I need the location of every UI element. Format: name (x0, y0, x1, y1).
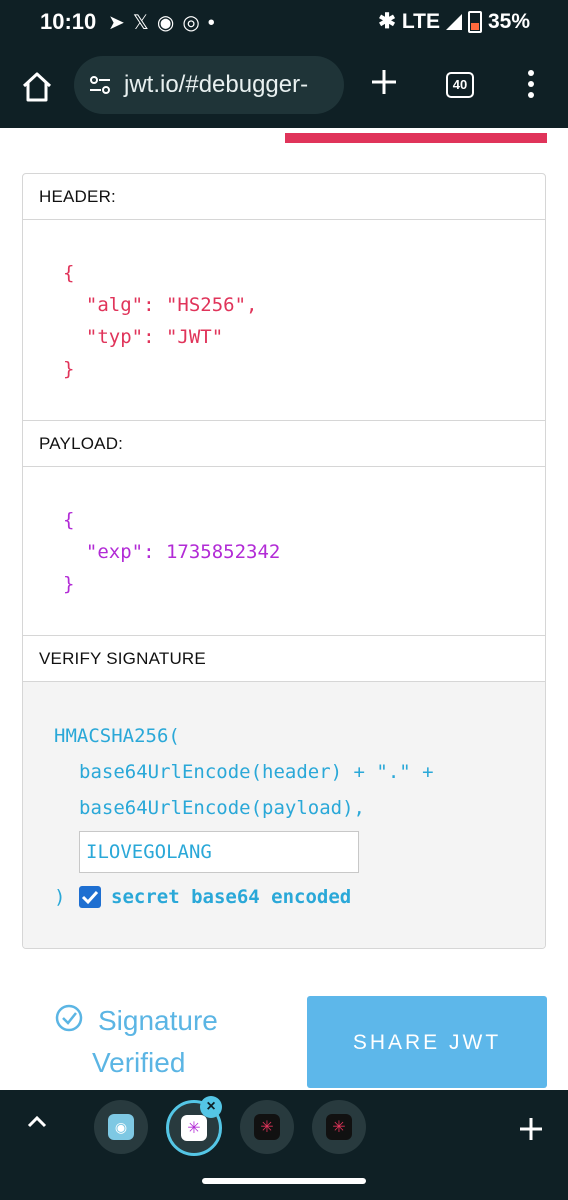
gopher-favicon: ◉ (108, 1114, 134, 1140)
battery-percent: 35% (487, 9, 530, 33)
base64-checkbox[interactable] (79, 886, 101, 908)
payload-json-editor[interactable]: { "exp": 1735852342 } (23, 467, 545, 636)
jwt-favicon: ✳ (254, 1114, 280, 1140)
add-tab-icon[interactable] (518, 1116, 544, 1142)
tab-switcher-button[interactable]: 40 (446, 72, 474, 98)
jwt-favicon: ✳ (181, 1115, 207, 1141)
network-label: LTE (401, 9, 440, 33)
verified-text-line2: Verified (92, 1047, 186, 1078)
header-json-editor[interactable]: { "alg": "HS256", "typ": "JWT" } (23, 220, 545, 421)
share-jwt-button[interactable]: SHARE JWT (307, 996, 547, 1088)
json-line: "typ": "JWT" (63, 326, 224, 348)
site-settings-icon[interactable] (88, 73, 112, 97)
more-menu-icon[interactable] (522, 68, 540, 100)
home-icon[interactable] (20, 70, 54, 104)
accent-bar (285, 133, 547, 143)
tab-thumbnail[interactable]: ◉ (94, 1100, 148, 1154)
verified-text-line1: Signature (98, 1005, 218, 1036)
json-line: { (63, 262, 75, 284)
battery-icon (467, 10, 482, 33)
status-time: 10:10 (40, 9, 97, 34)
header-encode-line: base64UrlEncode(header) + "." + (79, 761, 434, 783)
status-bar: 10:10 ➤𝕏◉◎• ✱ LTE 35% (0, 0, 568, 44)
base64-checkbox-label[interactable]: secret base64 encoded (111, 881, 351, 913)
json-line: "alg": "HS256", (63, 294, 258, 316)
json-line: "exp": 1735852342 (63, 541, 281, 563)
new-tab-icon[interactable] (368, 66, 400, 98)
payload-encode-line: base64UrlEncode(payload), (79, 797, 365, 819)
check-circle-icon (55, 1004, 83, 1032)
decoded-panel: HEADER: { "alg": "HS256", "typ": "JWT" }… (22, 173, 546, 949)
bluetooth-icon: ✱ (378, 10, 396, 33)
tab-strip: ◉ ✳ × ✳ ✳ (0, 1090, 568, 1200)
browser-chrome: 10:10 ➤𝕏◉◎• ✱ LTE 35% jwt.io/#debugger- … (0, 0, 568, 128)
notification-icons: ➤𝕏◉◎• (108, 12, 223, 34)
payload-section-title: PAYLOAD: (23, 421, 545, 467)
close-tab-icon[interactable]: × (200, 1096, 222, 1118)
signal-icon (445, 13, 462, 30)
address-bar[interactable]: jwt.io/#debugger- (74, 56, 344, 114)
status-right: ✱ LTE 35% (378, 9, 530, 34)
close-paren: ) (54, 886, 66, 908)
checkmark-icon (81, 890, 99, 905)
header-section-title: HEADER: (23, 174, 545, 220)
signature-block: HMACSHA256( base64UrlEncode(header) + ".… (23, 682, 545, 948)
jwt-favicon: ✳ (326, 1114, 352, 1140)
json-line: { (63, 509, 75, 531)
secret-input[interactable] (79, 831, 359, 873)
signature-section-title: VERIFY SIGNATURE (23, 636, 545, 682)
gesture-bar[interactable] (202, 1178, 366, 1184)
json-line: } (63, 573, 75, 595)
tab-thumbnail[interactable]: ✳ (312, 1100, 366, 1154)
json-line: } (63, 358, 75, 380)
url-text: jwt.io/#debugger- (124, 71, 309, 98)
tab-thumbnail[interactable]: ✳ (240, 1100, 294, 1154)
chevron-up-icon[interactable] (26, 1114, 48, 1128)
hmac-function-line: HMACSHA256( (54, 725, 180, 747)
